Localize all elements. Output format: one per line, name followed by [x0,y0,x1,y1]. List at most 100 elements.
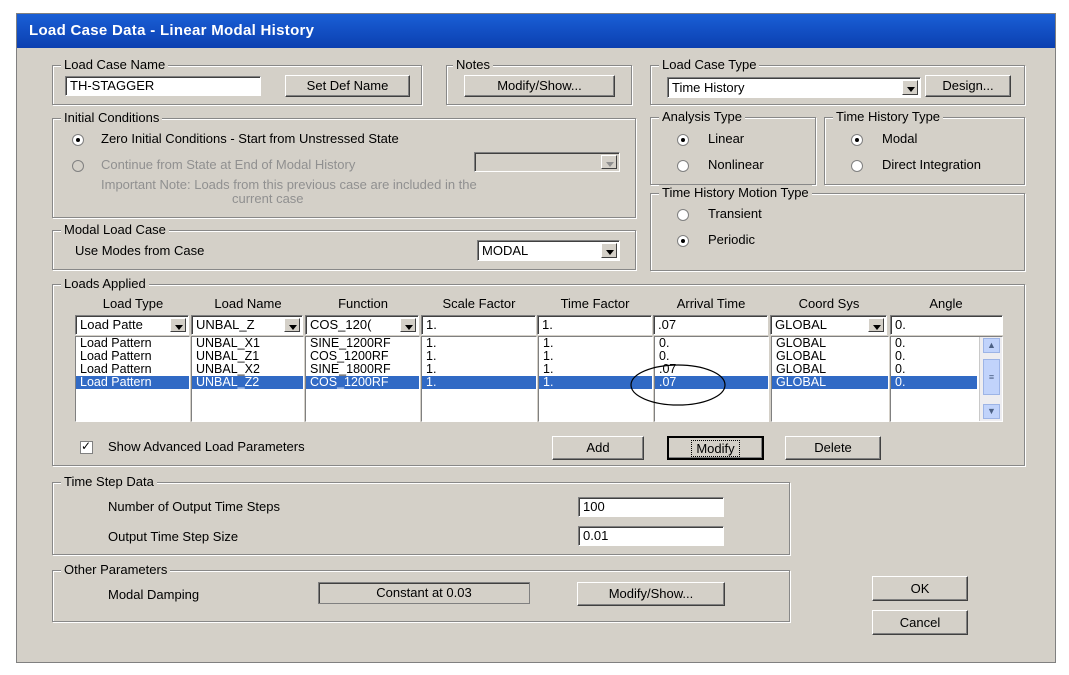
ok-button[interactable]: OK [872,576,968,601]
modal-radio[interactable] [851,134,863,146]
dialog-title: Load Case Data - Linear Modal History [17,14,1055,48]
table-cell[interactable]: 0. [891,350,977,363]
table-cell-selected[interactable]: COS_1200RF [306,376,419,389]
transient-radio[interactable] [677,209,689,221]
modal-case-select[interactable]: MODAL [477,240,620,261]
list-col-load-type[interactable]: Load Pattern Load Pattern Load Pattern L… [75,336,190,422]
continue-state-radio[interactable] [72,160,84,172]
table-cell-selected[interactable]: GLOBAL [772,376,888,389]
table-cell[interactable]: 1. [539,337,652,350]
edit-function-select[interactable]: COS_120( [305,315,419,335]
num-steps-input[interactable]: 100 [578,497,724,517]
notes-modify-show-button[interactable]: Modify/Show... [464,75,615,97]
modal-damping-label: Modal Damping [108,587,200,602]
edit-coord-sys-value: GLOBAL [775,317,828,332]
table-cell-selected[interactable]: 1. [422,376,536,389]
table-cell-selected[interactable]: UNBAL_Z2 [192,376,303,389]
zero-initial-radio[interactable] [72,134,84,146]
initial-conditions-legend: Initial Conditions [61,110,163,125]
col-header-function: Function [338,296,388,311]
load-case-name-input[interactable]: TH-STAGGER [65,76,261,96]
direct-integration-radio[interactable] [851,160,863,172]
chevron-down-icon[interactable] [902,80,918,95]
step-size-input[interactable]: 0.01 [578,526,724,546]
scroll-up-icon[interactable]: ▲ [983,338,1000,353]
edit-arrival-time-input[interactable]: .07 [653,315,768,335]
scroll-thumb[interactable]: ≡ [983,359,1000,395]
table-cell[interactable]: Load Pattern [76,337,189,350]
list-col-angle[interactable]: 0. 0. 0. 0. ▲ ≡ ▼ [890,336,1003,422]
edit-coord-sys-select[interactable]: GLOBAL [770,315,887,335]
step-size-label: Output Time Step Size [108,529,239,544]
show-advanced-checkbox[interactable] [80,439,93,454]
table-cell[interactable]: GLOBAL [772,363,888,376]
continue-state-label: Continue from State at End of Modal Hist… [101,157,356,172]
periodic-label: Periodic [708,232,755,247]
motion-type-legend: Time History Motion Type [659,185,812,200]
table-cell-selected[interactable]: Load Pattern [76,376,189,389]
loads-applied-legend: Loads Applied [61,276,149,291]
list-col-coord-sys[interactable]: GLOBAL GLOBAL GLOBAL GLOBAL [771,336,889,422]
table-cell[interactable]: 0. [655,337,768,350]
edit-scale-factor-input[interactable]: 1. [421,315,536,335]
edit-function-value: COS_120( [310,317,372,332]
add-button[interactable]: Add [552,436,644,460]
table-cell[interactable]: GLOBAL [772,350,888,363]
motion-type-group: Time History Motion Type [650,185,1025,271]
notes-legend: Notes [453,57,493,72]
edit-load-name-select[interactable]: UNBAL_Z [191,315,303,335]
linear-radio[interactable] [677,134,689,146]
chevron-down-icon [601,155,617,169]
table-cell[interactable]: 1. [422,350,536,363]
important-note-line2: current case [232,191,304,206]
col-header-arrival-time: Arrival Time [676,296,746,311]
table-cell[interactable]: SINE_1800RF [306,363,419,376]
list-col-load-name[interactable]: UNBAL_X1 UNBAL_Z1 UNBAL_X2 UNBAL_Z2 [191,336,304,422]
table-cell[interactable]: SINE_1200RF [306,337,419,350]
important-note-line1: Important Note: Loads from this previous… [101,177,477,192]
cancel-button[interactable]: Cancel [872,610,968,635]
continue-case-select[interactable] [474,152,620,172]
table-cell[interactable]: 0. [891,363,977,376]
edit-time-factor-input[interactable]: 1. [537,315,652,335]
chevron-down-icon[interactable] [601,243,617,258]
table-cell[interactable]: UNBAL_Z1 [192,350,303,363]
linear-label: Linear [708,131,745,146]
delete-button[interactable]: Delete [785,436,881,460]
table-cell[interactable]: Load Pattern [76,363,189,376]
other-params-legend: Other Parameters [61,562,171,577]
edit-load-type-select[interactable]: Load Patte [75,315,189,335]
table-cell[interactable]: 1. [422,363,536,376]
load-case-name-legend: Load Case Name [61,57,169,72]
table-cell[interactable]: GLOBAL [772,337,888,350]
table-cell[interactable]: COS_1200RF [306,350,419,363]
list-col-scale-factor[interactable]: 1. 1. 1. 1. [421,336,537,422]
load-case-type-select[interactable]: Time History [667,77,921,98]
table-cell[interactable]: Load Pattern [76,350,189,363]
set-def-name-button[interactable]: Set Def Name [285,75,410,97]
table-cell[interactable]: UNBAL_X1 [192,337,303,350]
damping-modify-show-button[interactable]: Modify/Show... [577,582,725,606]
chevron-down-icon[interactable] [868,318,884,332]
transient-label: Transient [708,206,762,221]
table-cell-selected[interactable]: 0. [891,376,977,389]
modify-button-label: Modify [691,440,740,457]
annotation-ellipse [630,364,726,406]
scroll-down-icon[interactable]: ▼ [983,404,1000,419]
chevron-down-icon[interactable] [284,318,300,332]
nonlinear-radio[interactable] [677,160,689,172]
design-button[interactable]: Design... [925,75,1011,97]
table-cell[interactable]: UNBAL_X2 [192,363,303,376]
list-col-function[interactable]: SINE_1200RF COS_1200RF SINE_1800RF COS_1… [305,336,420,422]
analysis-type-group: Analysis Type [650,109,816,185]
list-scrollbar[interactable]: ▲ ≡ ▼ [979,337,1002,421]
chevron-down-icon[interactable] [400,318,416,332]
chevron-down-icon[interactable] [170,318,186,332]
modify-button[interactable]: Modify [667,436,764,460]
use-modes-label: Use Modes from Case [75,243,205,258]
periodic-radio[interactable] [677,235,689,247]
edit-angle-input[interactable]: 0. [890,315,1003,335]
table-cell[interactable]: 1. [422,337,536,350]
edit-load-type-value: Load Patte [80,317,143,332]
table-cell[interactable]: 0. [891,337,977,350]
